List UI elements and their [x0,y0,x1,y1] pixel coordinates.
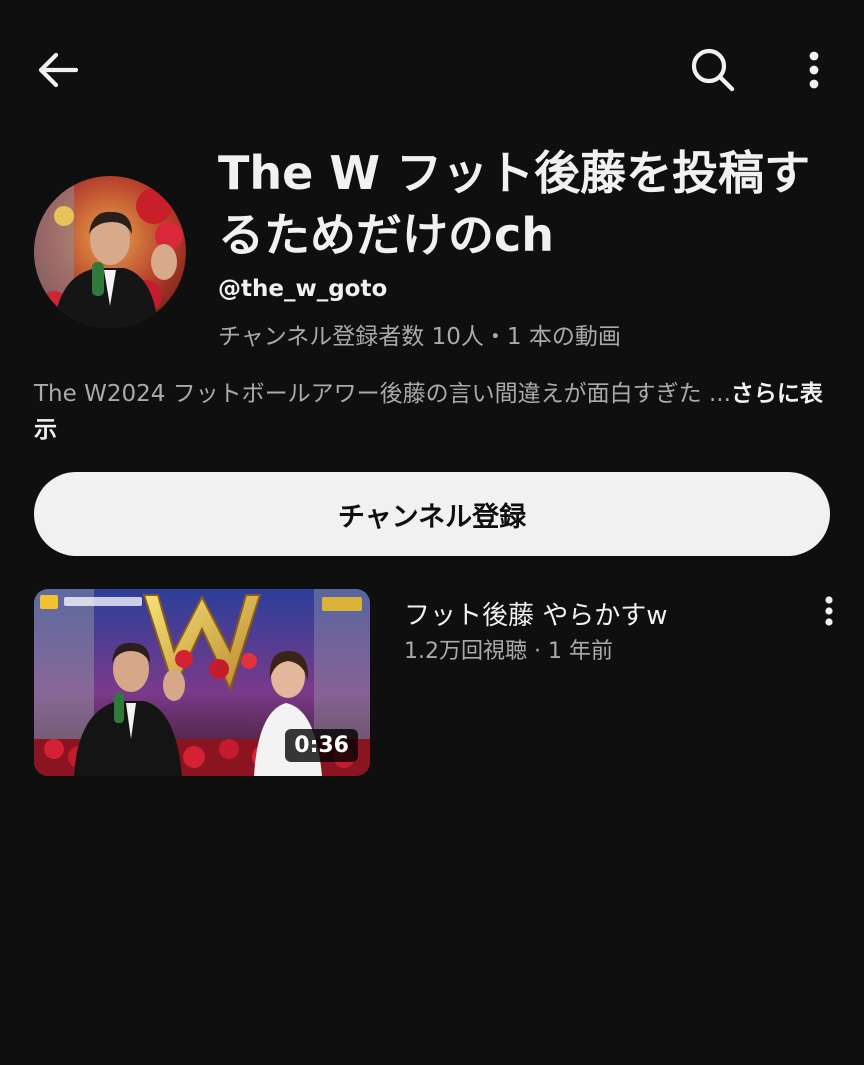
search-button[interactable] [680,38,746,102]
video-duration: 0:36 [285,729,358,762]
arrow-left-icon [38,52,79,88]
top-bar [0,0,864,140]
avatar-image [34,176,186,328]
channel-avatar[interactable] [34,176,186,328]
video-list-item[interactable]: 0:36 フット後藤 やらかすw 1.2万回視聴 · 1 年前 [34,589,844,779]
back-button[interactable] [26,40,90,100]
video-more-button[interactable] [814,591,844,631]
search-icon [691,48,735,92]
channel-page: The W フット後藤を投稿するためだけのch @the_w_goto チャンネ… [0,0,864,1065]
description-text: The W2024 フットボールアワー後藤の言い間違えが面白すぎた ... [34,381,731,407]
more-vert-icon [825,596,833,626]
video-meta: 1.2万回視聴 · 1 年前 [404,639,613,664]
channel-description[interactable]: The W2024 フットボールアワー後藤の言い間違えが面白すぎた ...さらに… [34,376,824,448]
channel-handle: @the_w_goto [218,276,388,302]
more-options-button[interactable] [790,40,838,100]
subscribe-button[interactable]: チャンネル登録 [34,472,830,556]
video-thumbnail[interactable]: 0:36 [34,589,370,776]
channel-stats: チャンネル登録者数 10人・1 本の動画 [218,324,621,350]
more-vert-icon [809,51,819,89]
video-title[interactable]: フット後藤 やらかすw [404,595,668,632]
channel-title: The W フット後藤を投稿するためだけのch [218,146,811,262]
